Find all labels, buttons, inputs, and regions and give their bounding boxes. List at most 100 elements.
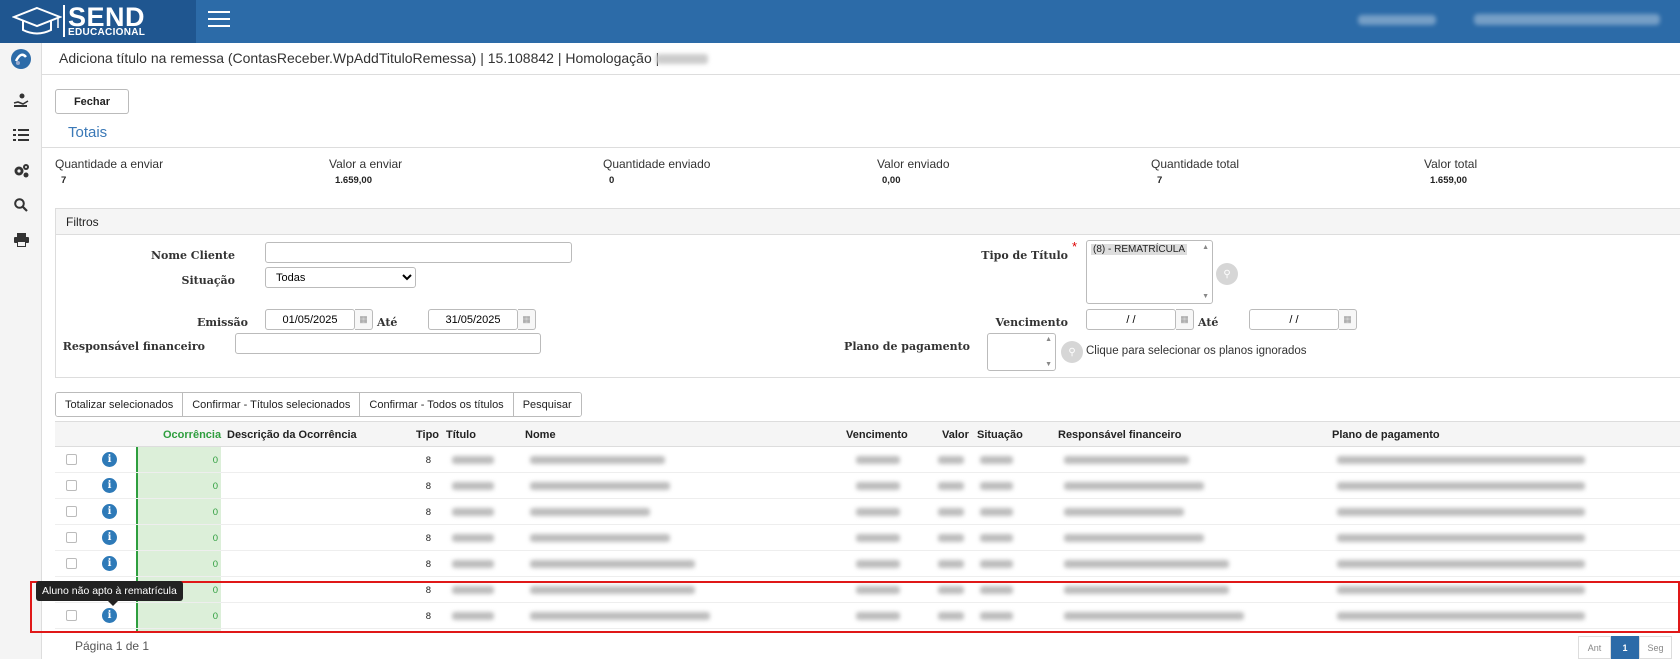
- info-icon[interactable]: i: [102, 452, 117, 467]
- calendar-icon[interactable]: ▦: [1339, 309, 1357, 330]
- top-bar: SEND EDUCACIONAL: [0, 0, 1680, 43]
- confirm-selected-titles-button[interactable]: Confirmar - Títulos selecionados: [183, 393, 361, 416]
- row-checkbox[interactable]: [66, 454, 77, 465]
- table-row[interactable]: i 0 8: [55, 447, 1680, 473]
- hand-coin-icon[interactable]: [10, 90, 32, 110]
- redacted-financial-responsible: [1064, 456, 1189, 464]
- occurrence-value: 0: [212, 507, 218, 518]
- calendar-icon[interactable]: ▦: [1176, 309, 1194, 330]
- info-icon[interactable]: i: [102, 478, 117, 493]
- issue-date-to-label: Até: [377, 316, 398, 329]
- redacted-name: [530, 508, 650, 516]
- calendar-icon[interactable]: ▦: [355, 309, 373, 330]
- column-header-title[interactable]: Título: [446, 429, 476, 441]
- highlight-box: [30, 581, 1680, 633]
- gears-icon[interactable]: [10, 160, 32, 180]
- redacted-financial-responsible: [1064, 534, 1204, 542]
- printer-icon[interactable]: [10, 230, 32, 250]
- column-header-type[interactable]: Tipo: [416, 429, 439, 441]
- payment-plan-listbox[interactable]: ▲ ▼: [987, 333, 1056, 371]
- row-checkbox[interactable]: [66, 480, 77, 491]
- issue-date-to-input[interactable]: [428, 309, 518, 330]
- sidebar: [0, 43, 42, 659]
- column-header-due-date[interactable]: Vencimento: [846, 429, 908, 441]
- action-button-group: Totalizar selecionados Confirmar - Títul…: [55, 392, 582, 417]
- user-context-redacted[interactable]: [1358, 15, 1436, 25]
- column-header-payment-plan[interactable]: Plano de pagamento: [1332, 429, 1440, 441]
- financial-responsible-input[interactable]: [235, 333, 541, 354]
- info-icon[interactable]: i: [102, 530, 117, 545]
- info-icon[interactable]: i: [102, 504, 117, 519]
- due-date-from-input[interactable]: [1086, 309, 1176, 330]
- status-label: Situação: [181, 274, 236, 287]
- status-select[interactable]: Todas: [265, 267, 416, 288]
- column-header-occurrence-description[interactable]: Descrição da Ocorrência: [227, 429, 357, 441]
- title-type-option[interactable]: (8) - REMATRÍCULA: [1091, 244, 1188, 255]
- type-value: 8: [425, 559, 431, 570]
- page-title: Adiciona título na remessa (ContasRecebe…: [59, 50, 660, 66]
- payment-plan-hint[interactable]: Clique para selecionar os planos ignorad…: [1086, 345, 1307, 357]
- client-name-input[interactable]: [265, 242, 572, 263]
- grid-header: Ocorrência Descrição da Ocorrência Tipo …: [55, 421, 1680, 447]
- search-icon[interactable]: [10, 195, 32, 215]
- due-date-to-input[interactable]: [1249, 309, 1339, 330]
- redacted-due-date: [856, 534, 900, 542]
- redacted-value: [938, 560, 964, 568]
- quantity-total-value: 7: [1157, 175, 1163, 186]
- table-row[interactable]: i 0 8: [55, 525, 1680, 551]
- title-type-listbox[interactable]: (8) - REMATRÍCULA ▲ ▼: [1086, 240, 1213, 304]
- row-checkbox[interactable]: [66, 532, 77, 543]
- send-logo-icon[interactable]: [10, 49, 32, 69]
- table-row[interactable]: i 0 8: [55, 551, 1680, 577]
- title-type-label: Tipo de Título: [981, 249, 1068, 262]
- table-row[interactable]: i 0 8: [55, 473, 1680, 499]
- issue-date-from-input[interactable]: [265, 309, 355, 330]
- redacted-status: [980, 456, 1013, 464]
- redacted-financial-responsible: [1064, 508, 1184, 516]
- redacted-payment-plan: [1337, 456, 1585, 464]
- scroll-down-icon[interactable]: ▼: [1045, 361, 1052, 368]
- scroll-up-icon[interactable]: ▲: [1202, 244, 1209, 251]
- type-value: 8: [425, 481, 431, 492]
- payment-plan-label: Plano de pagamento: [844, 340, 970, 353]
- row-checkbox[interactable]: [66, 558, 77, 569]
- redacted-status: [980, 560, 1013, 568]
- redacted-due-date: [856, 560, 900, 568]
- search-button[interactable]: Pesquisar: [513, 393, 581, 416]
- value-sent-value: 0,00: [882, 175, 901, 186]
- table-row[interactable]: i 0 8: [55, 499, 1680, 525]
- previous-page-button[interactable]: Ant: [1578, 636, 1611, 659]
- tooltip: Aluno não apto à rematrícula: [36, 581, 183, 606]
- quantity-sent-value: 0: [609, 175, 615, 186]
- column-header-status[interactable]: Situação: [977, 429, 1023, 441]
- redacted-status: [980, 482, 1013, 490]
- list-check-icon[interactable]: [10, 125, 32, 145]
- confirm-all-titles-button[interactable]: Confirmar - Todos os títulos: [360, 393, 514, 416]
- redacted-name: [530, 456, 665, 464]
- column-header-value[interactable]: Valor: [942, 429, 969, 441]
- financial-responsible-label: Responsável financeiro: [62, 340, 205, 353]
- scroll-down-icon[interactable]: ▼: [1202, 293, 1209, 300]
- column-header-occurrence[interactable]: Ocorrência: [163, 429, 221, 441]
- payment-plan-lookup-icon[interactable]: ⚲: [1061, 341, 1083, 363]
- totalize-selected-button[interactable]: Totalizar selecionados: [56, 393, 184, 416]
- title-type-lookup-icon[interactable]: ⚲: [1216, 263, 1238, 285]
- column-header-financial-responsible[interactable]: Responsável financeiro: [1058, 429, 1182, 441]
- close-button[interactable]: Fechar: [55, 89, 129, 114]
- info-icon[interactable]: i: [102, 556, 117, 571]
- environment-name-redacted: [656, 54, 708, 64]
- type-value: 8: [425, 455, 431, 466]
- next-page-button[interactable]: Seg: [1639, 636, 1672, 659]
- user-menu-redacted[interactable]: [1474, 14, 1660, 25]
- scroll-up-icon[interactable]: ▲: [1045, 336, 1052, 343]
- redacted-value: [938, 456, 964, 464]
- redacted-financial-responsible: [1064, 482, 1204, 490]
- hamburger-icon[interactable]: [208, 11, 230, 29]
- row-checkbox[interactable]: [66, 506, 77, 517]
- column-header-name[interactable]: Nome: [525, 429, 556, 441]
- calendar-icon[interactable]: ▦: [518, 309, 536, 330]
- value-total-label: Valor total: [1424, 157, 1478, 171]
- value-sent-label: Valor enviado: [877, 157, 950, 171]
- current-page-button[interactable]: 1: [1611, 636, 1639, 659]
- logo[interactable]: SEND EDUCACIONAL: [0, 0, 196, 43]
